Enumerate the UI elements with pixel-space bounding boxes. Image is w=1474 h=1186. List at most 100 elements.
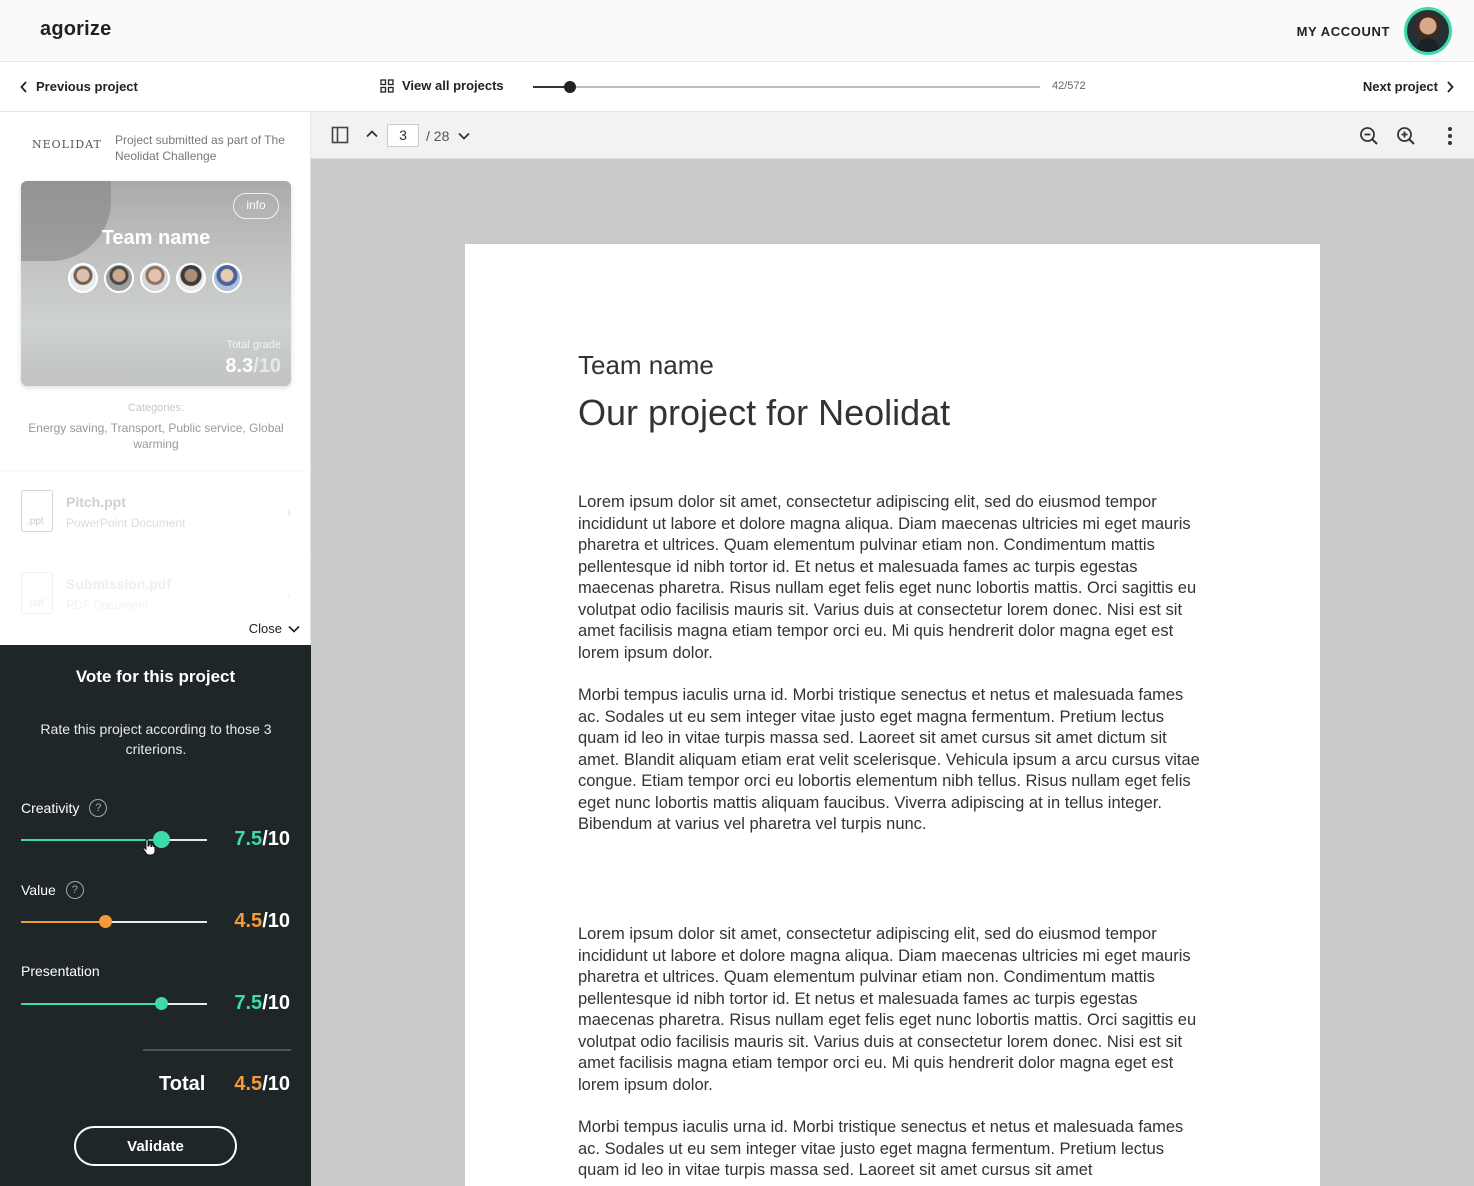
- team-members: [68, 263, 242, 293]
- criterion-label: Presentation: [21, 963, 100, 979]
- chevron-right-icon: [1447, 80, 1454, 93]
- help-icon[interactable]: ?: [65, 881, 84, 899]
- slider-fill: [21, 839, 161, 841]
- chevron-down-icon: [288, 625, 300, 633]
- document-title: Our project for Neolidat: [578, 392, 951, 433]
- submitted-text: Project submitted as part of The Neolida…: [115, 133, 285, 163]
- document-viewer-toolbar: 3 / 28: [311, 112, 1474, 159]
- chevron-right-icon: ›: [286, 586, 291, 602]
- vote-title: Vote for this project: [75, 667, 236, 686]
- total-grade-number: 8.3: [225, 355, 254, 377]
- value-slider[interactable]: [21, 915, 207, 928]
- zoom-out-icon[interactable]: [1359, 126, 1379, 146]
- document-team-name: Team name: [578, 350, 714, 380]
- score-value: 7.5: [234, 992, 263, 1014]
- presentation-criterion: Presentation: [21, 963, 100, 979]
- team-card: info Team name Total grade 8.3/10: [21, 181, 291, 386]
- slider-fill: [21, 921, 105, 923]
- vote-description: Rate this project according to those 3 c…: [40, 721, 272, 757]
- project-progress-slider[interactable]: [533, 81, 1040, 93]
- chevron-left-icon: [20, 80, 27, 93]
- previous-project-label: Previous project: [36, 79, 138, 94]
- total-grade-denominator: /10: [253, 355, 281, 377]
- presentation-score: 7.5/10: [234, 992, 290, 1015]
- agorize-logo[interactable]: agorize: [40, 18, 111, 41]
- document-paragraph: Morbi tempus iaculis urna id. Morbi tris…: [578, 686, 1200, 833]
- view-all-projects-label: View all projects: [402, 78, 504, 93]
- presentation-slider[interactable]: [21, 997, 207, 1010]
- total-divider: [143, 1049, 291, 1051]
- chevron-up-icon[interactable]: [366, 129, 378, 139]
- user-avatar[interactable]: [1404, 7, 1452, 55]
- file-extension: .ppt: [27, 516, 44, 527]
- help-icon[interactable]: ?: [89, 799, 108, 817]
- total-score-value: 4.5: [234, 1073, 263, 1095]
- total-score-denominator: /10: [262, 1073, 290, 1095]
- score-denominator: /10: [262, 910, 290, 932]
- close-label: Close: [248, 621, 282, 636]
- zoom-in-icon[interactable]: [1396, 126, 1416, 146]
- file-type: PDF Document: [66, 598, 149, 612]
- categories-list: Energy saving, Transport, Public service…: [28, 421, 284, 451]
- slider-fill: [21, 1003, 161, 1005]
- member-avatar[interactable]: [176, 263, 206, 293]
- creativity-score: 7.5/10: [234, 828, 290, 851]
- total-grade-label: Total grade: [226, 339, 281, 351]
- next-project-label: Next project: [1362, 79, 1438, 94]
- chevron-down-icon[interactable]: [458, 131, 470, 141]
- project-progress-count: 42/572: [1052, 80, 1086, 92]
- document-paragraph: Morbi tempus iaculis urna id. Morbi tris…: [578, 1118, 1184, 1179]
- team-name: Team name: [101, 227, 211, 249]
- member-avatar[interactable]: [212, 263, 242, 293]
- neolidat-logo: NEOLIDAT: [32, 138, 102, 151]
- top-bar: agorize MY ACCOUNT: [0, 0, 1474, 62]
- slider-handle[interactable]: [99, 915, 112, 928]
- project-progress-handle[interactable]: [564, 81, 576, 93]
- creativity-slider[interactable]: [21, 831, 207, 848]
- file-item-pitch[interactable]: .ppt Pitch.ppt PowerPoint Document ›: [0, 471, 311, 553]
- hand-cursor-icon: [142, 838, 156, 856]
- vote-panel: Vote for this project Rate this project …: [0, 645, 311, 1186]
- page-number-input[interactable]: 3: [387, 124, 419, 147]
- score-value: 4.5: [234, 910, 263, 932]
- file-type: PowerPoint Document: [66, 516, 186, 530]
- close-button[interactable]: Close: [249, 621, 300, 636]
- view-all-projects-button[interactable]: View all projects: [380, 78, 504, 93]
- total-score: 4.5/10: [234, 1073, 290, 1096]
- challenge-info: NEOLIDAT Project submitted as part of Th…: [32, 132, 292, 168]
- score-denominator: /10: [262, 828, 290, 850]
- categories-label: Categories:: [127, 402, 185, 414]
- chevron-right-icon: ›: [286, 504, 291, 520]
- file-document-icon: .ppt: [21, 490, 53, 532]
- document-viewer[interactable]: Team name Our project for Neolidat Lorem…: [311, 159, 1474, 1186]
- info-button[interactable]: info: [233, 193, 279, 219]
- file-extension: .pdf: [27, 598, 44, 609]
- file-name: Pitch.ppt: [66, 494, 126, 510]
- slider-handle[interactable]: [155, 997, 168, 1010]
- criterion-label: Creativity: [21, 800, 80, 816]
- sidebar-toggle-icon[interactable]: [331, 126, 349, 144]
- project-navigation-bar: Previous project View all projects 42/57…: [0, 62, 1474, 112]
- more-options-icon[interactable]: [1446, 126, 1454, 146]
- page-total: / 28: [426, 128, 450, 144]
- document-paragraph: Lorem ipsum dolor sit amet, consectetur …: [578, 493, 1197, 662]
- file-document-icon: .pdf: [21, 572, 53, 614]
- total-grade-value: 8.3/10: [225, 355, 281, 378]
- categories: Categories: Energy saving, Transport, Pu…: [20, 402, 292, 452]
- score-value: 7.5: [234, 828, 263, 850]
- value-score: 4.5/10: [234, 910, 290, 933]
- score-denominator: /10: [262, 992, 290, 1014]
- member-avatar[interactable]: [104, 263, 134, 293]
- my-account-link[interactable]: MY ACCOUNT: [1297, 24, 1390, 39]
- file-name: Submission.pdf: [66, 576, 171, 592]
- total-label: Total: [159, 1073, 206, 1095]
- member-avatar[interactable]: [140, 263, 170, 293]
- value-criterion: Value ?: [21, 881, 84, 899]
- previous-project-button[interactable]: Previous project: [20, 79, 138, 94]
- validate-button[interactable]: Validate: [74, 1126, 237, 1166]
- next-project-button[interactable]: Next project: [1363, 79, 1454, 94]
- grid-icon: [380, 78, 394, 93]
- document-page: Team name Our project for Neolidat Lorem…: [465, 244, 1320, 1186]
- member-avatar[interactable]: [68, 263, 98, 293]
- creativity-criterion: Creativity ?: [21, 799, 108, 817]
